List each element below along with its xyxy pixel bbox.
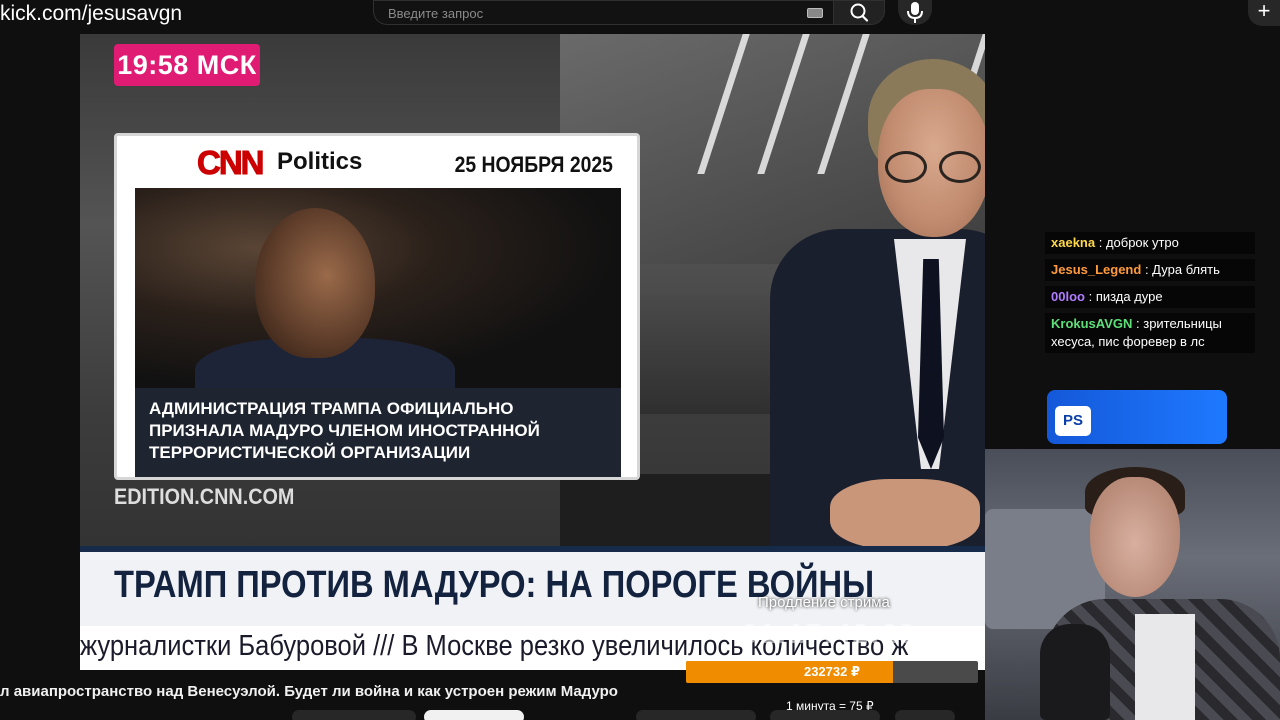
headline-accent [80, 546, 985, 552]
microphone [1040, 624, 1110, 720]
subscribe-button[interactable] [424, 710, 524, 720]
photo-figure-head [255, 208, 375, 358]
streamer-head [1090, 477, 1180, 597]
chat-message: KrokusAVGN : зрительницы хесуса, пис фор… [1045, 313, 1255, 353]
cnn-caption: АДМИНИСТРАЦИЯ ТРАМПА ОФИЦИАЛЬНО ПРИЗНАЛА… [135, 388, 621, 477]
chat-message: xaekna : доброк утро [1045, 232, 1255, 254]
cnn-logo: CNN [197, 144, 265, 182]
extension-timer: 01:17:42:23 [742, 618, 917, 649]
voice-search-button[interactable] [898, 0, 932, 25]
video-player[interactable]: 19:58 МСК CNN Politics 25 НОЯБРЯ 2025 АД… [80, 34, 985, 670]
ps-banner: PS [1047, 390, 1227, 444]
share-button[interactable] [770, 710, 880, 720]
webcam-feed [985, 449, 1280, 720]
extension-progress-bar: 232732 ₽ [686, 661, 978, 683]
time-badge: 19:58 МСК [114, 44, 260, 86]
presenter [770, 59, 985, 559]
microphone-icon [907, 2, 923, 23]
chat-text: доброк утро [1105, 235, 1179, 250]
chat-username: KrokusAVGN [1051, 316, 1133, 331]
chat-message: Jesus_Legend : Дура блять [1045, 259, 1255, 281]
channel-url[interactable]: kick.com/jesusavgn [0, 2, 182, 26]
chat-username: 00loo [1051, 289, 1085, 304]
chat-separator: : [1084, 289, 1096, 304]
source-domain: EDITION.CNN.COM [114, 484, 295, 509]
chat-username: Jesus_Legend [1051, 262, 1142, 277]
chat-username: xaekna [1051, 235, 1096, 250]
news-photo [135, 188, 621, 388]
action-button[interactable] [292, 710, 416, 720]
extension-amount: 232732 ₽ [803, 664, 861, 679]
presenter-glasses [885, 151, 985, 185]
search-box[interactable] [373, 0, 833, 25]
chat-separator: : [1095, 235, 1106, 250]
streamer-shirt [1135, 614, 1195, 720]
ps-logo: PS [1055, 406, 1091, 436]
more-button[interactable] [895, 710, 955, 720]
chat-message: 00loo : пизда дуре [1045, 286, 1255, 308]
chat-separator: : [1141, 262, 1153, 277]
chat-text: пизда дуре [1095, 289, 1163, 304]
cnn-news-card: CNN Politics 25 НОЯБРЯ 2025 АДМИНИСТРАЦИ… [114, 133, 640, 480]
cnn-date: 25 НОЯБРЯ 2025 [454, 152, 613, 177]
presenter-hands [830, 479, 980, 549]
keyboard-icon[interactable] [807, 8, 823, 18]
create-button[interactable]: + [1248, 0, 1280, 26]
video-title[interactable]: л авиапространство над Венесуэлой. Будет… [0, 683, 618, 700]
cnn-section: Politics [277, 148, 363, 175]
search-input[interactable] [388, 4, 788, 22]
chat-text: Дура блять [1152, 262, 1220, 277]
chat-separator: : [1132, 316, 1144, 331]
extension-label: Продление стрима [758, 594, 890, 611]
search-button[interactable] [833, 0, 885, 25]
search-icon [850, 3, 869, 22]
headline-bar: ТРАМП ПРОТИВ МАДУРО: НА ПОРОГЕ ВОЙНЫ [80, 546, 985, 626]
chat-overlay: xaekna : доброк утро Jesus_Legend : Дура … [1045, 232, 1280, 362]
plus-icon: + [1257, 0, 1271, 23]
top-bar: kick.com/jesusavgn + [0, 0, 1280, 34]
like-button[interactable] [636, 710, 756, 720]
